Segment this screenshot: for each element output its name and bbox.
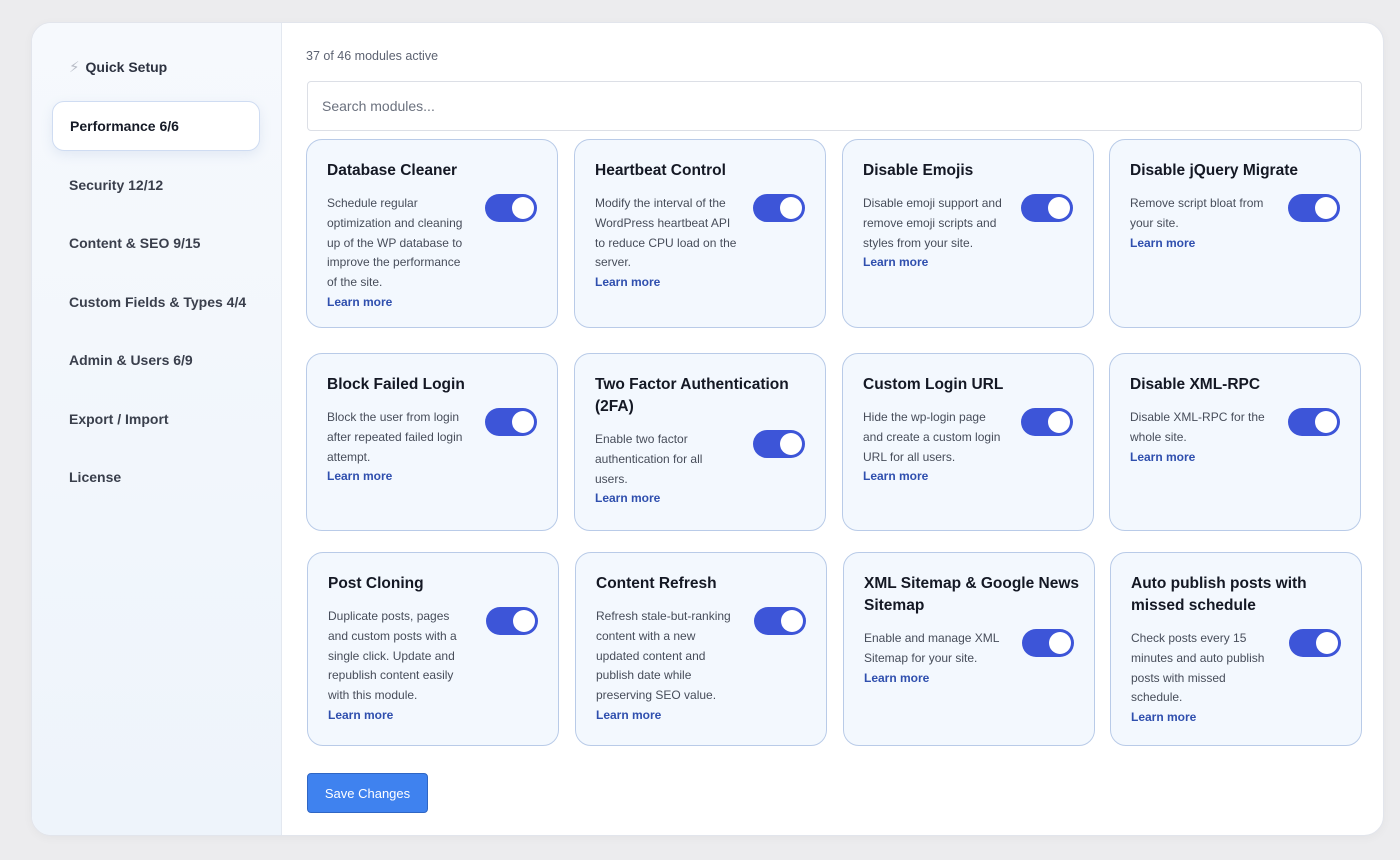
- learn-more-link[interactable]: Learn more: [595, 273, 737, 293]
- app-window: ⚡ Quick Setup Performance 6/6 Security 1…: [31, 22, 1384, 836]
- learn-more-link[interactable]: Learn more: [863, 467, 1005, 487]
- module-description: Hide the wp-login page and create a cust…: [863, 410, 1001, 464]
- module-description: Duplicate posts, pages and custom posts …: [328, 609, 457, 703]
- learn-more-link[interactable]: Learn more: [1131, 708, 1273, 728]
- learn-more-link[interactable]: Learn more: [327, 467, 469, 487]
- module-toggle[interactable]: [1022, 629, 1074, 657]
- save-changes-button[interactable]: Save Changes: [307, 773, 428, 813]
- module-title: Custom Login URL: [863, 376, 1004, 393]
- toggle-knob: [1048, 411, 1070, 433]
- module-title: Block Failed Login: [327, 376, 465, 393]
- sidebar-nav: Performance 6/6 Security 12/12 Content &…: [52, 101, 260, 511]
- sidebar-item-performance[interactable]: Performance 6/6: [52, 101, 260, 151]
- toggle-knob: [1316, 632, 1338, 654]
- sidebar-item-admin-users[interactable]: Admin & Users 6/9: [52, 335, 260, 385]
- sidebar-item-export-import[interactable]: Export / Import: [52, 394, 260, 444]
- learn-more-link[interactable]: Learn more: [863, 253, 1005, 273]
- module-title: Database Cleaner: [327, 162, 458, 179]
- module-toggle[interactable]: [753, 194, 805, 222]
- module-title: Disable jQuery Migrate: [1130, 162, 1298, 179]
- module-title: Post Cloning: [328, 575, 424, 592]
- module-toggle[interactable]: [485, 408, 537, 436]
- module-card: Content Refresh Refresh stale-but-rankin…: [575, 552, 827, 746]
- toggle-knob: [1048, 197, 1070, 219]
- module-title: Heartbeat Control: [595, 162, 726, 179]
- module-card: Block Failed Login Block the user from l…: [306, 353, 558, 531]
- search-input[interactable]: [307, 81, 1362, 131]
- learn-more-link[interactable]: Learn more: [1130, 448, 1272, 468]
- toggle-knob: [780, 433, 802, 455]
- module-toggle[interactable]: [753, 430, 805, 458]
- learn-more-link[interactable]: Learn more: [1130, 234, 1272, 254]
- module-description: Check posts every 15 minutes and auto pu…: [1131, 631, 1265, 705]
- module-title: Two Factor Authentication (2FA): [595, 376, 789, 415]
- module-toggle[interactable]: [754, 607, 806, 635]
- module-title: Disable XML-RPC: [1130, 376, 1261, 393]
- module-toggle[interactable]: [485, 194, 537, 222]
- module-toggle[interactable]: [1021, 194, 1073, 222]
- module-card: Two Factor Authentication (2FA) Enable t…: [574, 353, 826, 531]
- sidebar-item-content-seo[interactable]: Content & SEO 9/15: [52, 218, 260, 268]
- quick-setup-link[interactable]: ⚡ Quick Setup: [69, 59, 167, 75]
- main-panel: 37 of 46 modules active Database Cleaner…: [282, 23, 1383, 835]
- module-description: Enable two factor authentication for all…: [595, 432, 703, 486]
- sidebar: ⚡ Quick Setup Performance 6/6 Security 1…: [32, 23, 282, 835]
- module-card: Custom Login URL Hide the wp-login page …: [842, 353, 1094, 531]
- lightning-icon: ⚡: [69, 58, 80, 76]
- module-toggle[interactable]: [1289, 629, 1341, 657]
- learn-more-link[interactable]: Learn more: [327, 293, 469, 313]
- sidebar-item-custom-fields[interactable]: Custom Fields & Types 4/4: [52, 277, 260, 327]
- modules-status: 37 of 46 modules active: [306, 49, 439, 63]
- module-card: Database Cleaner Schedule regular optimi…: [306, 139, 558, 328]
- toggle-knob: [512, 411, 534, 433]
- module-description: Refresh stale-but-ranking content with a…: [596, 609, 731, 703]
- toggle-knob: [512, 197, 534, 219]
- module-card: Post Cloning Duplicate posts, pages and …: [307, 552, 559, 746]
- module-description: Disable XML-RPC for the whole site.: [1130, 410, 1265, 444]
- learn-more-link[interactable]: Learn more: [596, 706, 738, 726]
- learn-more-link[interactable]: Learn more: [328, 706, 470, 726]
- module-description: Remove script bloat from your site.: [1130, 196, 1264, 230]
- toggle-knob: [1315, 411, 1337, 433]
- module-card: Disable XML-RPC Disable XML-RPC for the …: [1109, 353, 1361, 531]
- module-description: Disable emoji support and remove emoji s…: [863, 196, 1002, 250]
- toggle-knob: [1049, 632, 1071, 654]
- toggle-knob: [1315, 197, 1337, 219]
- module-description: Modify the interval of the WordPress hea…: [595, 196, 737, 270]
- sidebar-item-security[interactable]: Security 12/12: [52, 160, 260, 210]
- module-title: Auto publish posts with missed schedule: [1131, 575, 1307, 614]
- learn-more-link[interactable]: Learn more: [595, 489, 737, 509]
- module-title: XML Sitemap & Google News Sitemap: [864, 575, 1080, 614]
- learn-more-link[interactable]: Learn more: [864, 669, 1006, 689]
- module-title: Disable Emojis: [863, 162, 974, 179]
- module-toggle[interactable]: [486, 607, 538, 635]
- toggle-knob: [781, 610, 803, 632]
- module-description: Block the user from login after repeated…: [327, 410, 463, 464]
- toggle-knob: [513, 610, 535, 632]
- quick-setup-label: Quick Setup: [85, 59, 168, 75]
- module-toggle[interactable]: [1288, 408, 1340, 436]
- module-card: XML Sitemap & Google News Sitemap Enable…: [843, 552, 1095, 746]
- module-description: Schedule regular optimization and cleani…: [327, 196, 463, 290]
- module-toggle[interactable]: [1021, 408, 1073, 436]
- sidebar-item-license[interactable]: License: [52, 452, 260, 502]
- module-card: Disable jQuery Migrate Remove script blo…: [1109, 139, 1361, 328]
- module-toggle[interactable]: [1288, 194, 1340, 222]
- module-card: Disable Emojis Disable emoji support and…: [842, 139, 1094, 328]
- module-title: Content Refresh: [596, 575, 717, 592]
- module-card: Heartbeat Control Modify the interval of…: [574, 139, 826, 328]
- module-description: Enable and manage XML Sitemap for your s…: [864, 631, 999, 665]
- module-card: Auto publish posts with missed schedule …: [1110, 552, 1362, 746]
- toggle-knob: [780, 197, 802, 219]
